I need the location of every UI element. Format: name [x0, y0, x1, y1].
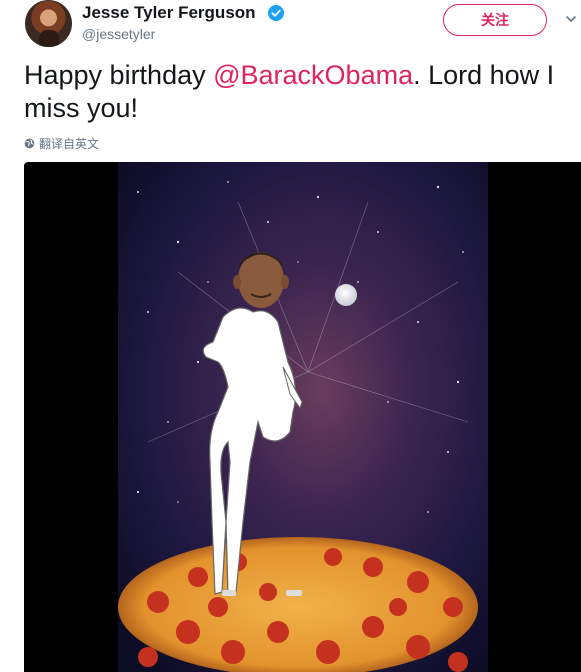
gif-frame — [118, 162, 488, 672]
avatar[interactable] — [25, 0, 72, 47]
mention-link[interactable]: @BarackObama — [213, 60, 413, 90]
translate-label: 翻译自英文 — [39, 137, 100, 151]
verified-badge-icon — [268, 5, 284, 21]
user-handle[interactable]: @jessetyler — [82, 26, 155, 42]
globe-icon — [24, 138, 35, 149]
chevron-down-icon[interactable] — [566, 14, 576, 24]
translate-tweet[interactable]: 翻译自英文 — [24, 135, 99, 152]
follow-button[interactable]: 关注 — [443, 4, 547, 36]
tweet-text-part: Happy birthday — [24, 60, 214, 90]
display-name[interactable]: Jesse Tyler Ferguson — [82, 3, 256, 23]
media-gif[interactable] — [24, 162, 581, 672]
tweet-text: Happy birthday @BarackObama. Lord how I … — [24, 59, 569, 125]
